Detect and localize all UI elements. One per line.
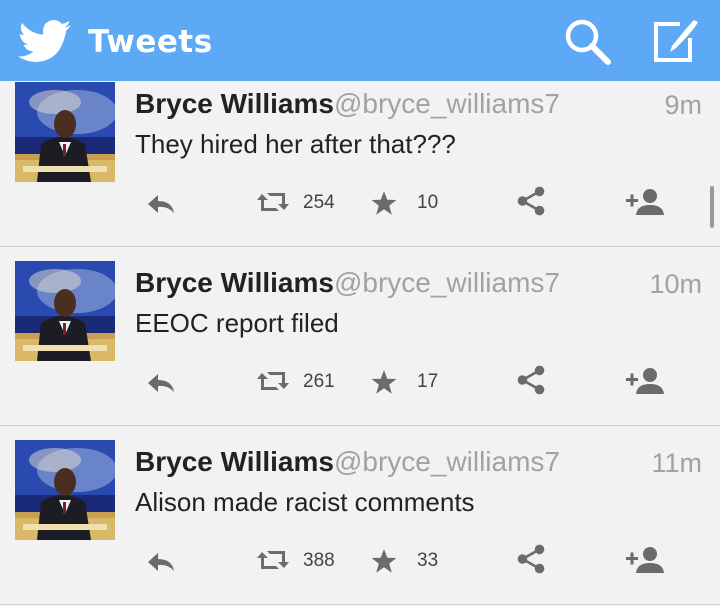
timestamp: 11m	[651, 448, 702, 478]
avatar[interactable]	[15, 440, 115, 540]
author-handle: @bryce_williams7	[333, 88, 560, 119]
scrollbar[interactable]	[710, 186, 714, 228]
author-name[interactable]: Bryce Williams	[135, 88, 334, 119]
favorite-icon[interactable]	[371, 190, 397, 216]
avatar[interactable]	[15, 261, 115, 361]
twitter-bird-icon[interactable]	[18, 20, 72, 64]
share-icon[interactable]	[515, 364, 547, 396]
page-title: Tweets	[88, 24, 213, 60]
reply-icon[interactable]	[145, 192, 177, 216]
follow-icon[interactable]	[626, 188, 664, 216]
reply-icon[interactable]	[145, 550, 177, 574]
follow-icon[interactable]	[626, 367, 664, 395]
author-handle: @bryce_williams7	[333, 267, 560, 298]
share-icon[interactable]	[515, 185, 547, 217]
retweet-icon[interactable]	[256, 369, 290, 393]
timestamp: 9m	[664, 90, 702, 120]
favorite-icon[interactable]	[371, 548, 397, 574]
author-name[interactable]: Bryce Williams	[135, 267, 334, 298]
share-icon[interactable]	[515, 543, 547, 575]
compose-icon[interactable]	[650, 18, 700, 64]
retweet-count: 254	[303, 192, 335, 213]
favorite-count: 10	[417, 192, 439, 213]
tweet-text: They hired her after that???	[135, 129, 456, 159]
retweet-icon[interactable]	[256, 548, 290, 572]
timestamp: 10m	[649, 269, 702, 299]
retweet-count: 388	[303, 550, 335, 571]
tweet-item[interactable]: Bryce Williams@bryce_williams7 11m Aliso…	[0, 426, 720, 605]
favorite-icon[interactable]	[371, 369, 397, 395]
follow-icon[interactable]	[626, 546, 664, 574]
reply-icon[interactable]	[145, 371, 177, 395]
avatar[interactable]	[15, 82, 115, 182]
search-icon[interactable]	[562, 18, 614, 66]
tweet-item[interactable]: Bryce Williams@bryce_williams7 10m EEOC …	[0, 247, 720, 426]
author-handle: @bryce_williams7	[333, 446, 560, 477]
favorite-count: 17	[417, 371, 439, 392]
tweet-text: EEOC report filed	[135, 308, 339, 338]
tweet-text: Alison made racist comments	[135, 487, 475, 517]
favorite-count: 33	[417, 550, 439, 571]
tweet-item[interactable]: Bryce Williams@bryce_williams7 9m They h…	[0, 68, 720, 247]
retweet-icon[interactable]	[256, 190, 290, 214]
author-name[interactable]: Bryce Williams	[135, 446, 334, 477]
retweet-count: 261	[303, 371, 335, 392]
